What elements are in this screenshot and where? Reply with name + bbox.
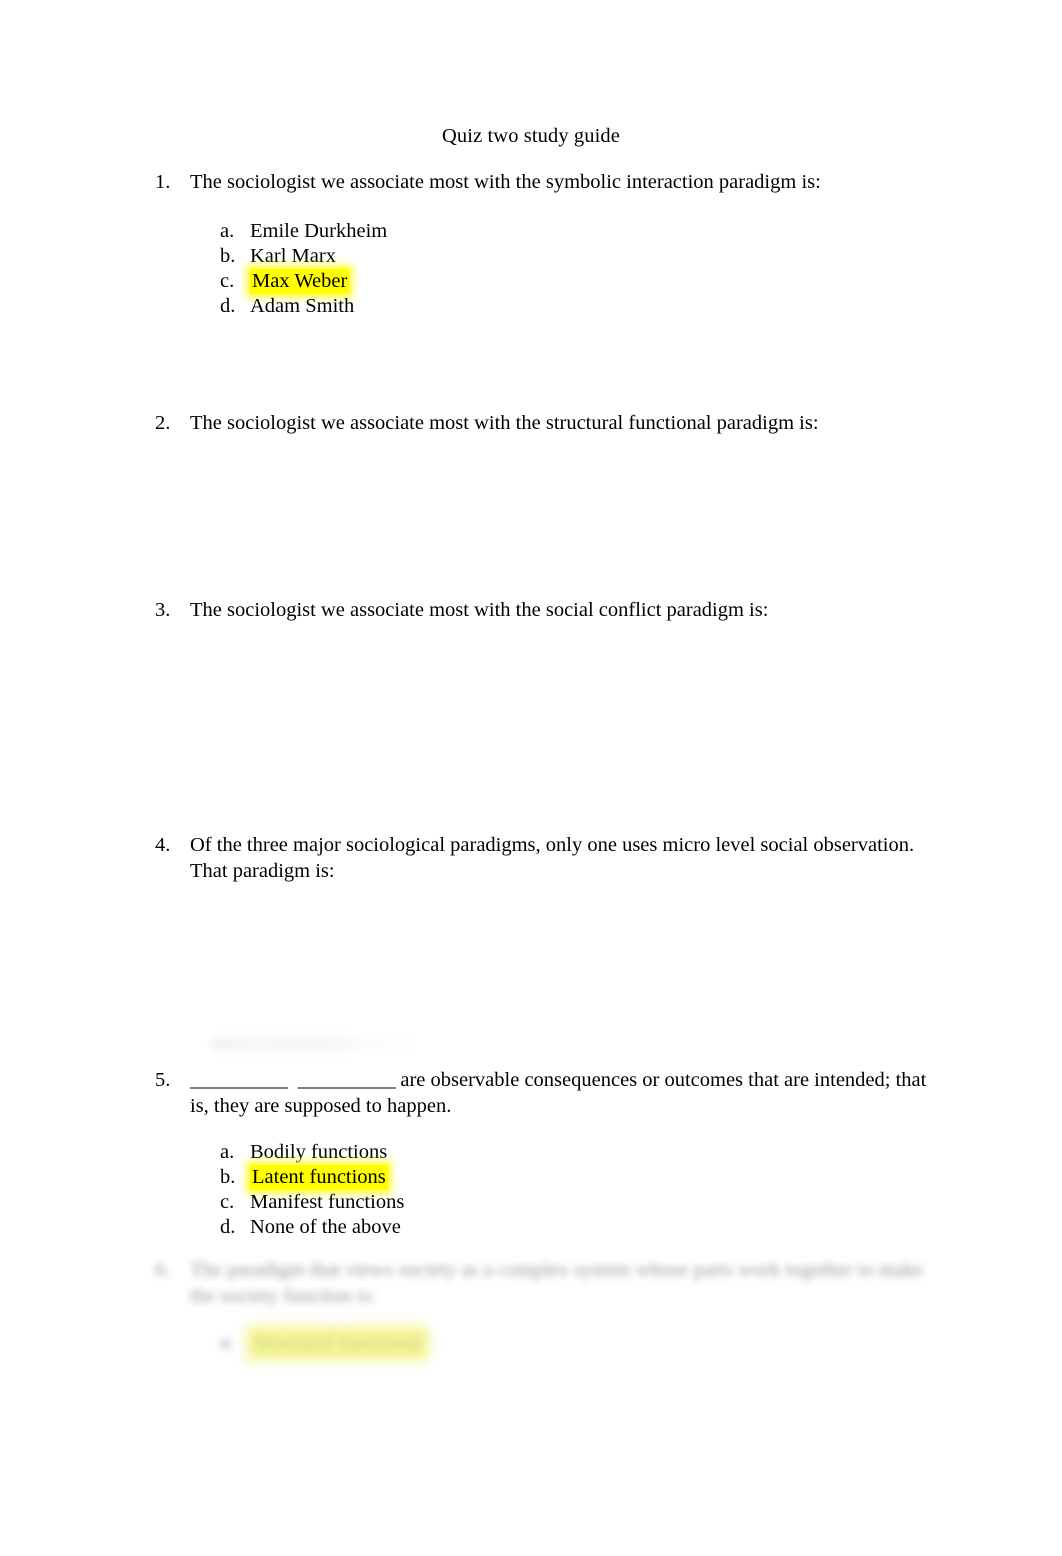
question-5-number: 5. <box>155 1069 171 1091</box>
question-3-number: 3. <box>155 599 171 621</box>
question-6-blurred-block: 6. The paradigm that views society as a … <box>155 1258 955 1357</box>
option-1b[interactable]: b. Karl Marx <box>220 244 840 269</box>
question-5-options: a. Bodily functions b. Latent functions … <box>220 1140 840 1240</box>
question-1-options: a. Emile Durkheim b. Karl Marx c. Max We… <box>220 219 840 319</box>
question-4-text: Of the three major sociological paradigm… <box>190 834 915 882</box>
question-5: 5. __________ __________ are observable … <box>155 1068 945 1119</box>
question-5-text: __________ __________ are observable con… <box>190 1068 945 1119</box>
question-6-options: a. Structural functional <box>220 1330 840 1358</box>
option-5b[interactable]: b. Latent functions <box>220 1165 840 1190</box>
question-4-number: 4. <box>155 834 171 856</box>
option-5c[interactable]: c. Manifest functions <box>220 1190 840 1215</box>
question-1-number: 1. <box>155 171 171 193</box>
page-title: Quiz two study guide <box>442 125 620 147</box>
option-6a[interactable]: a. Structural functional <box>220 1330 840 1358</box>
option-5b-letter: b. <box>220 1166 236 1188</box>
question-2-text: The sociologist we associate most with t… <box>190 412 819 434</box>
question-3: 3. The sociologist we associate most wit… <box>155 598 945 624</box>
option-5d-text: None of the above <box>250 1216 401 1238</box>
option-1d[interactable]: d. Adam Smith <box>220 294 840 319</box>
option-1d-text: Adam Smith <box>250 295 355 317</box>
document-page: Quiz two study guide 1. The sociologist … <box>0 0 1062 1556</box>
question-3-text: The sociologist we associate most with t… <box>190 599 769 621</box>
option-1c-text-highlighted: Max Weber <box>250 269 350 294</box>
option-1a-letter: a. <box>220 220 235 242</box>
question-6: 6. The paradigm that views society as a … <box>155 1258 945 1309</box>
option-6a-letter: a. <box>220 1331 235 1353</box>
option-1a[interactable]: a. Emile Durkheim <box>220 219 840 244</box>
question-4: 4. Of the three major sociological parad… <box>155 833 945 884</box>
option-5c-text: Manifest functions <box>250 1191 405 1213</box>
option-1c-letter: c. <box>220 270 235 292</box>
question-2: 2. The sociologist we associate most wit… <box>155 411 945 437</box>
option-1c[interactable]: c. Max Weber <box>220 269 840 294</box>
option-5b-text-highlighted: Latent functions <box>250 1165 388 1190</box>
blank-one: __________ <box>190 1069 288 1091</box>
option-5a-letter: a. <box>220 1141 235 1163</box>
option-5c-letter: c. <box>220 1191 235 1213</box>
blank-two: __________ <box>297 1069 396 1091</box>
option-5a-text: Bodily functions <box>250 1141 388 1163</box>
question-6-number: 6. <box>155 1259 171 1281</box>
question-1: 1. The sociologist we associate most wit… <box>155 170 945 196</box>
question-2-number: 2. <box>155 412 171 434</box>
option-1a-text: Emile Durkheim <box>250 220 388 242</box>
option-5d-letter: d. <box>220 1216 236 1238</box>
option-1b-letter: b. <box>220 245 236 267</box>
option-5a[interactable]: a. Bodily functions <box>220 1140 840 1165</box>
faint-blur-artifact <box>213 1038 409 1050</box>
option-1d-letter: d. <box>220 295 236 317</box>
question-6-text: The paradigm that views society as a com… <box>190 1259 924 1307</box>
question-1-text: The sociologist we associate most with t… <box>190 171 821 193</box>
option-1b-text: Karl Marx <box>250 245 336 267</box>
option-6a-text-highlighted: Structural functional <box>250 1330 426 1357</box>
option-5d[interactable]: d. None of the above <box>220 1215 840 1240</box>
